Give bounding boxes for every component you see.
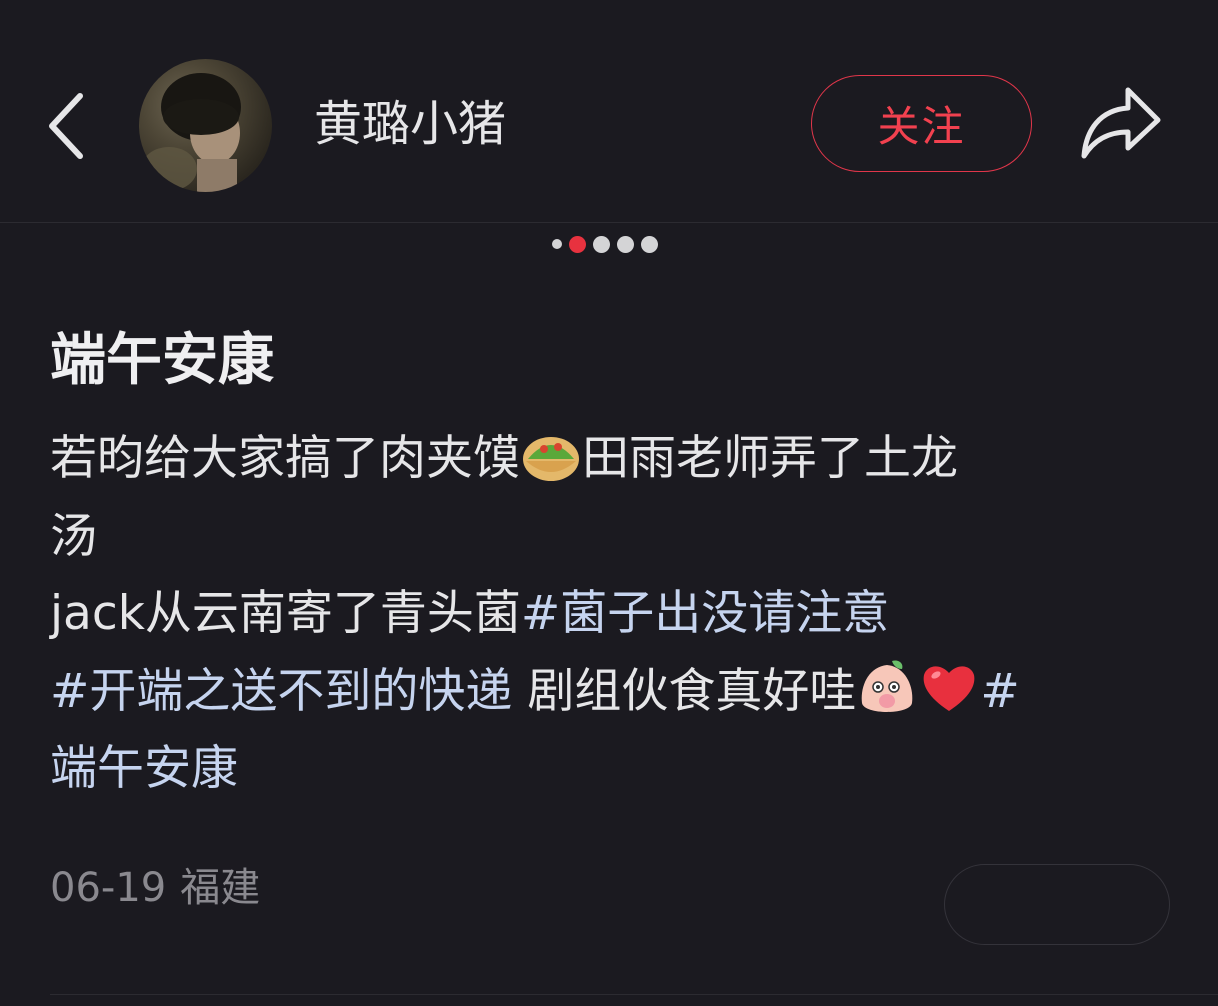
avatar[interactable] <box>139 59 272 192</box>
post-text: 田雨老师弄了土龙 <box>582 431 958 486</box>
hashtag-link[interactable]: 端午安康 <box>50 741 238 796</box>
top-navigation-bar: 黄璐小猪 关注 <box>0 0 1218 223</box>
share-arrow-icon <box>1081 87 1161 159</box>
post-line: 若昀给大家搞了肉夹馍 田雨老师弄了土龙 <box>50 420 1160 498</box>
post-location: 福建 <box>180 865 261 911</box>
back-button[interactable] <box>40 88 96 164</box>
taco-emoji <box>523 436 579 481</box>
carousel-dot <box>641 235 658 253</box>
avatar-photo <box>141 73 241 192</box>
reply-pill-button[interactable] <box>944 864 1170 945</box>
chevron-left-icon <box>49 93 83 159</box>
post-title: 端午安康 <box>50 328 274 393</box>
follow-button[interactable]: 关注 <box>811 75 1032 172</box>
hashtag-link[interactable]: #开端之送不到的快递 <box>50 664 512 719</box>
carousel-indicator <box>552 233 658 255</box>
username[interactable]: 黄璐小猪 <box>314 92 506 156</box>
hashtag-link[interactable]: #菌子出没请注意 <box>521 586 889 641</box>
hashtag-link-start[interactable]: # <box>980 664 1019 719</box>
carousel-dot <box>552 239 562 249</box>
post-line: 汤 <box>50 498 1160 576</box>
post-date: 06-19 <box>50 865 167 911</box>
post-meta: 06-19 福建 <box>50 862 274 914</box>
red-heart-emoji <box>923 666 975 711</box>
carousel-dot <box>593 235 610 253</box>
post-line: #开端之送不到的快递 剧组伙食真好哇 # <box>50 653 1160 731</box>
post-text: 剧组伙食真好哇 <box>512 663 857 719</box>
carousel-dot <box>617 235 634 253</box>
post-text: 若昀给大家搞了肉夹馍 <box>50 431 520 486</box>
share-button[interactable] <box>1078 84 1164 162</box>
post-line: jack从云南寄了青头菌#菌子出没请注意 <box>50 575 1160 653</box>
post-text: jack从云南寄了青头菌 <box>50 586 521 641</box>
carousel-dot-active <box>569 235 586 253</box>
post-line: 端午安康 <box>50 730 1160 808</box>
post-text: 汤 <box>50 508 97 564</box>
post-body: 若昀给大家搞了肉夹馍 田雨老师弄了土龙 汤 jack从云南寄了青头菌#菌子出没请… <box>50 420 1160 808</box>
blushing-peach-emoji <box>862 660 913 712</box>
divider <box>50 994 1218 995</box>
